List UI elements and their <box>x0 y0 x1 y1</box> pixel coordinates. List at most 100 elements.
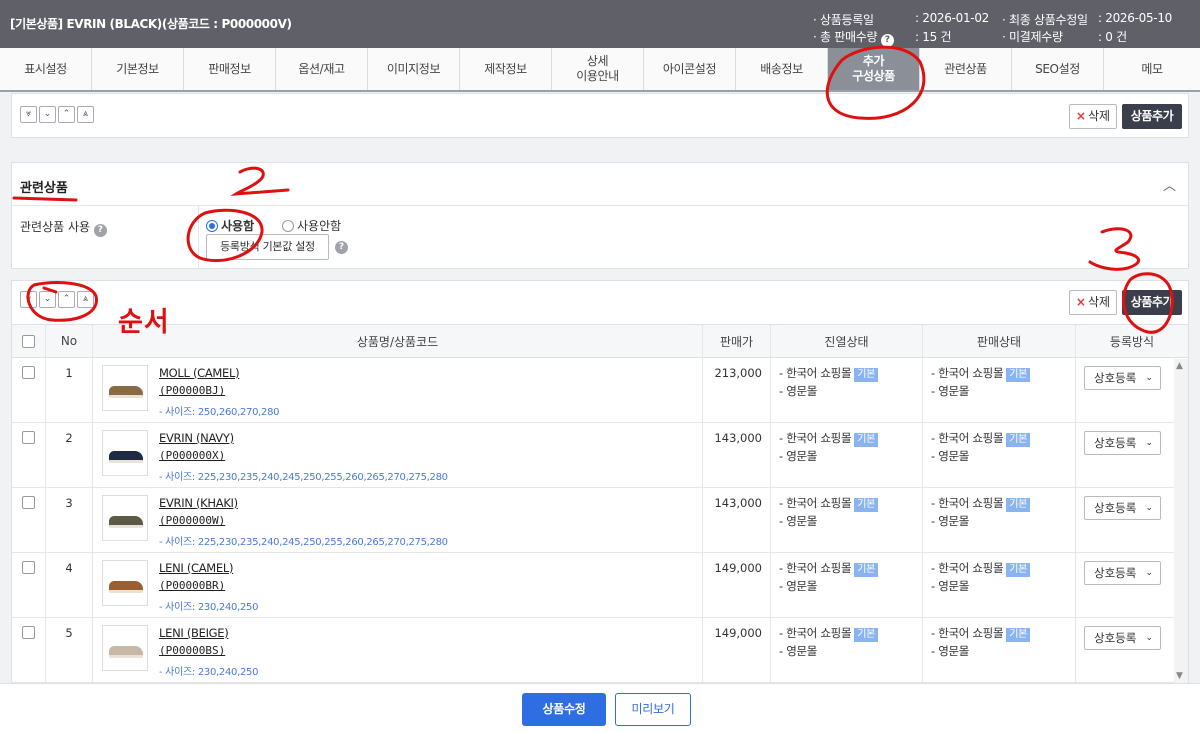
scroll-down-icon[interactable]: ▼ <box>1176 671 1183 681</box>
row-no: 4 <box>65 561 73 575</box>
registration-method-select[interactable]: 상호등록 ⌄ <box>1084 561 1161 585</box>
chevron-down-icon: ⌄ <box>1145 568 1153 578</box>
default-badge: 기본 <box>1006 628 1031 642</box>
product-price: 143,000 <box>714 431 762 445</box>
product-code-link[interactable]: (P00000BR) <box>159 579 225 592</box>
help-icon[interactable]: ? <box>335 241 348 254</box>
registration-method-select[interactable]: 상호등록 ⌄ <box>1084 366 1161 390</box>
row-name-cell: MOLL (CAMEL) (P00000BJ) - 사이즈: 250,260,270… <box>93 358 703 422</box>
sale-kr-mall: - 한국어 쇼핑몰 기본 <box>931 430 1031 447</box>
row-method-cell: 상호등록 ⌄ <box>1076 553 1188 617</box>
radio-use[interactable]: 사용함 <box>206 217 254 234</box>
tab-production[interactable]: 제작정보 <box>460 48 552 90</box>
radio-nouse[interactable]: 사용안함 <box>282 217 341 234</box>
tab-related-products[interactable]: 관련상품 <box>920 48 1012 90</box>
row-sale-cell: - 한국어 쇼핑몰 기본 - 영문몰 <box>923 618 1076 682</box>
tab-sales[interactable]: 판매정보 <box>184 48 276 90</box>
chevron-down-icon: ⌄ <box>1145 633 1153 643</box>
delete-button[interactable]: × 삭제 <box>1069 104 1117 129</box>
move-up-icon[interactable]: ⌃ <box>58 291 75 308</box>
product-thumbnail[interactable] <box>102 560 148 606</box>
tab-shipping[interactable]: 배송정보 <box>736 48 828 90</box>
tab-detail[interactable]: 상세 이용안내 <box>552 48 644 90</box>
row-price-cell: 143,000 <box>703 488 771 552</box>
help-icon[interactable]: ? <box>93 224 107 237</box>
product-thumbnail[interactable] <box>102 495 148 541</box>
row-no-cell: 5 <box>46 618 93 682</box>
product-sizes: - 사이즈: 225,230,235,240,245,250,255,260,2… <box>159 472 448 483</box>
preview-button[interactable]: 미리보기 <box>615 693 691 726</box>
product-sizes: - 사이즈: 250,260,270,280 <box>159 407 280 418</box>
row-select-cell <box>12 358 46 422</box>
chevron-down-icon: ⌄ <box>1145 503 1153 513</box>
tab-display[interactable]: 표시설정 <box>0 48 92 90</box>
tab-additional-products[interactable]: 추가 구성상품 <box>828 48 920 90</box>
registration-method-select[interactable]: 상호등록 ⌄ <box>1084 626 1161 650</box>
table-header: No 상품명/상품코드 판매가 진열상태 판매상태 등록방식 <box>12 324 1188 358</box>
registration-method-select[interactable]: 상호등록 ⌄ <box>1084 431 1161 455</box>
tab-basic[interactable]: 기본정보 <box>92 48 184 90</box>
product-code-link[interactable]: (P00000BS) <box>159 644 225 657</box>
tab-bar: 표시설정 기본정보 판매정보 옵션/재고 이미지정보 제작정보 상세 이용안내 … <box>0 48 1200 92</box>
move-bottom-icon[interactable]: ⩔ <box>20 106 37 123</box>
collapse-icon[interactable]: ︿ <box>1163 175 1176 194</box>
shoe-image <box>109 581 143 593</box>
tab-seo[interactable]: SEO설정 <box>1012 48 1104 90</box>
tab-memo[interactable]: 메모 <box>1104 48 1200 90</box>
row-display-cell: - 한국어 쇼핑몰 기본 - 영문몰 <box>771 553 923 617</box>
shoe-image <box>109 516 143 528</box>
default-method-button[interactable]: 등록방식 기본값 설정 <box>206 234 329 260</box>
row-checkbox[interactable] <box>22 496 35 509</box>
select-all-checkbox[interactable] <box>22 334 35 348</box>
product-code-link[interactable]: (P000000X) <box>159 449 225 462</box>
add-product-button[interactable]: 상품추가 <box>1122 290 1182 315</box>
row-sale-cell: - 한국어 쇼핑몰 기본 - 영문몰 <box>923 423 1076 487</box>
row-checkbox[interactable] <box>22 366 35 379</box>
sale-kr-mall: - 한국어 쇼핑몰 기본 <box>931 625 1031 642</box>
scrollbar[interactable]: ▲ ▼ <box>1174 359 1188 683</box>
product-code-link[interactable]: (P00000BJ) <box>159 384 225 397</box>
row-name-cell: EVRIN (NAVY) (P000000X) - 사이즈: 225,230,235… <box>93 423 703 487</box>
registration-method-select[interactable]: 상호등록 ⌄ <box>1084 496 1161 520</box>
tab-images[interactable]: 이미지정보 <box>368 48 460 90</box>
product-price: 213,000 <box>714 366 762 380</box>
row-display-cell: - 한국어 쇼핑몰 기본 - 영문몰 <box>771 358 923 422</box>
move-up-icon[interactable]: ⌃ <box>58 106 75 123</box>
tab-options[interactable]: 옵션/재고 <box>276 48 368 90</box>
add-product-button[interactable]: 상품추가 <box>1122 104 1182 129</box>
use-related-label: 관련상품 사용 ? <box>20 218 107 237</box>
delete-button[interactable]: × 삭제 <box>1069 290 1117 315</box>
radio-unchecked-icon <box>282 220 294 232</box>
default-badge: 기본 <box>854 628 879 642</box>
default-badge: 기본 <box>854 498 879 512</box>
help-icon[interactable]: ? <box>880 34 894 47</box>
product-name-link[interactable]: LENI (CAMEL) <box>159 561 234 575</box>
row-checkbox[interactable] <box>22 561 35 574</box>
product-name-link[interactable]: EVRIN (NAVY) <box>159 431 234 445</box>
row-checkbox[interactable] <box>22 626 35 639</box>
save-button[interactable]: 상품수정 <box>522 693 606 726</box>
product-thumbnail[interactable] <box>102 365 148 411</box>
product-name-link[interactable]: MOLL (CAMEL) <box>159 366 240 380</box>
tab-icons[interactable]: 아이콘설정 <box>644 48 736 90</box>
col-method: 등록방식 <box>1109 334 1155 349</box>
move-down-icon[interactable]: ⌄ <box>39 106 56 123</box>
product-code-link[interactable]: (P000000W) <box>159 514 225 527</box>
meta-modified-label: · 최종 상품수정일 <box>1002 13 1088 27</box>
row-checkbox[interactable] <box>22 431 35 444</box>
row-name-cell: LENI (BEIGE) (P00000BS) - 사이즈: 230,240,250 <box>93 618 703 682</box>
row-display-cell: - 한국어 쇼핑몰 기본 - 영문몰 <box>771 618 923 682</box>
display-en-mall: - 영문몰 <box>779 579 818 593</box>
move-down-icon[interactable]: ⌄ <box>39 291 56 308</box>
product-title: [기본상품] EVRIN (BLACK)(상품코드 : P000000V) <box>10 17 292 31</box>
product-thumbnail[interactable] <box>102 430 148 476</box>
default-badge: 기본 <box>854 368 879 382</box>
row-method-cell: 상호등록 ⌄ <box>1076 488 1188 552</box>
product-thumbnail[interactable] <box>102 625 148 671</box>
move-top-icon[interactable]: ⩓ <box>77 106 94 123</box>
scroll-up-icon[interactable]: ▲ <box>1176 361 1183 371</box>
product-name-link[interactable]: EVRIN (KHAKI) <box>159 496 238 510</box>
product-name-link[interactable]: LENI (BEIGE) <box>159 626 229 640</box>
move-bottom-icon[interactable]: ⩔ <box>20 291 37 308</box>
move-top-icon[interactable]: ⩓ <box>77 291 94 308</box>
